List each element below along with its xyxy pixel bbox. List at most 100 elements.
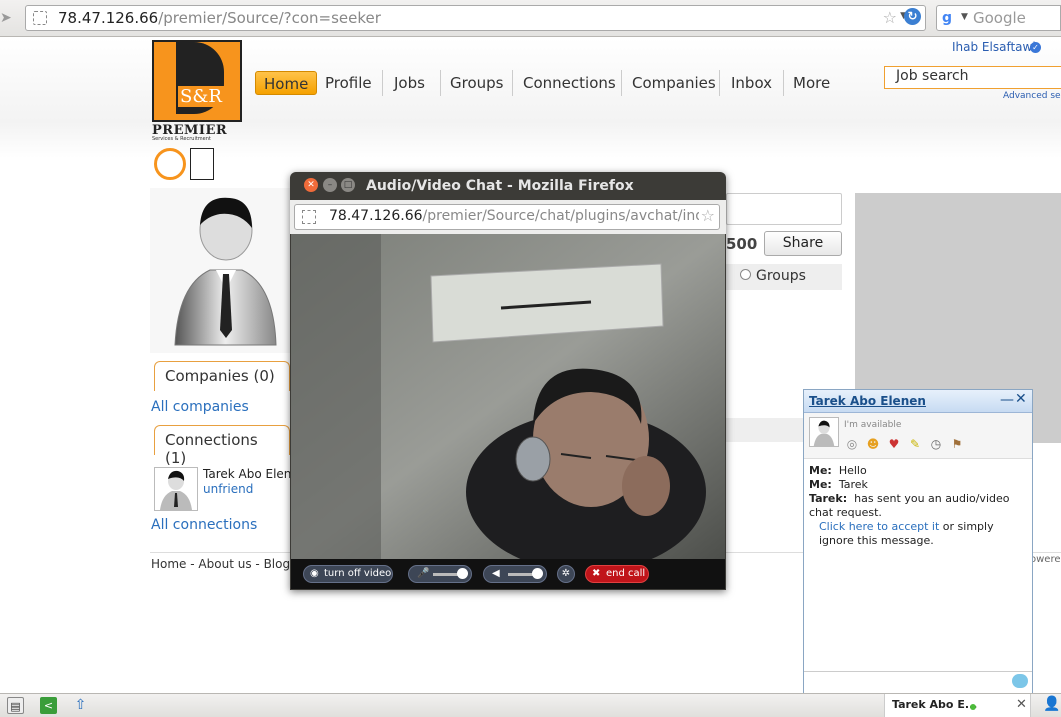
search-placeholder: Google: [973, 9, 1026, 27]
footer-separator: -: [255, 557, 264, 571]
speech-bubble-icon[interactable]: [1012, 674, 1028, 688]
mic-slider-thumb[interactable]: [457, 568, 468, 579]
avatar[interactable]: [170, 190, 280, 350]
chat-tab-name: Tarek Abo E...: [892, 698, 978, 711]
request-actions: Click here to accept it or simply ignore…: [809, 520, 1029, 548]
speaker-icon: ◀: [492, 568, 500, 579]
accept-request-link[interactable]: Click here to accept it: [819, 520, 939, 533]
turn-off-video-label: turn off video: [324, 568, 392, 579]
url-text[interactable]: 78.47.126.66/premier/Source/?con=seeker: [58, 9, 381, 27]
bottom-status-bar: ▤ < ⇧ Tarek Abo E... ✕ 👤: [0, 693, 1061, 717]
chat-window: Tarek Abo Elenen — ✕ I'm available ◎ ☻ ♥…: [803, 389, 1033, 693]
addon-bar-icon[interactable]: ▤: [7, 697, 24, 714]
web-search-box[interactable]: g ▼ Google: [936, 5, 1061, 31]
tab-companies[interactable]: Companies (0): [154, 361, 290, 391]
advanced-search-link[interactable]: Advanced se: [1003, 91, 1061, 101]
share-audience-bar: Groups: [726, 264, 842, 290]
popup-url-text[interactable]: 78.47.126.66/premier/Source/chat/plugins…: [329, 208, 699, 224]
share-icon[interactable]: <: [40, 697, 57, 714]
user-name-link[interactable]: Ihab Elsaftawi: [952, 40, 1036, 54]
chat-request-message: Tarek: has sent you an audio/video chat …: [809, 492, 1029, 548]
speaker-volume-slider[interactable]: ◀: [483, 565, 547, 583]
nav-groups[interactable]: Groups: [442, 64, 511, 102]
reload-icon[interactable]: ↻: [904, 8, 921, 25]
nav-separator: [440, 70, 441, 96]
speaker-slider-thumb[interactable]: [532, 568, 543, 579]
footer-about-link[interactable]: About us: [198, 557, 251, 571]
tab-connections[interactable]: Connections (1): [154, 425, 290, 467]
nav-companies[interactable]: Companies: [624, 64, 724, 102]
unfriend-link[interactable]: unfriend: [203, 482, 253, 496]
broom-icon[interactable]: ⚑: [949, 436, 965, 452]
nav-jobs[interactable]: Jobs: [386, 64, 433, 102]
bookmark-star-icon[interactable]: ☆: [883, 8, 897, 27]
pencil-icon[interactable]: ✎: [907, 436, 923, 452]
site-logo[interactable]: S&R PREMIER Services & Recruitment: [152, 40, 244, 142]
logo-mark: S&R: [152, 40, 242, 122]
end-call-label: end call: [606, 568, 646, 579]
groups-radio[interactable]: [740, 269, 751, 280]
ukas-certification-badge: [190, 148, 214, 180]
back-arrow-icon[interactable]: ➤: [0, 10, 14, 26]
end-call-icon: ✖: [592, 568, 601, 579]
footer-home-link[interactable]: Home: [151, 557, 186, 571]
job-search-input[interactable]: Job search: [884, 66, 1061, 89]
smiley-icon[interactable]: ☻: [865, 436, 881, 452]
upload-arrow-icon[interactable]: ⇧: [72, 697, 89, 714]
status-update-textarea[interactable]: [726, 193, 842, 225]
chat-contact-status: I'm available: [844, 420, 902, 430]
site-identity-icon[interactable]: [302, 210, 316, 224]
groups-radio-label[interactable]: Groups: [756, 268, 806, 284]
url-host: 78.47.126.66: [58, 9, 159, 27]
nav-separator: [382, 70, 383, 96]
audio-video-icon[interactable]: ◎: [844, 436, 860, 452]
turn-off-video-button[interactable]: ◉ turn off video: [303, 565, 393, 583]
window-minimize-icon[interactable]: –: [323, 178, 337, 192]
message-sender: Tarek:: [809, 492, 848, 505]
chat-contact-info: I'm available ◎ ☻ ♥ ✎ ◷ ⚑: [804, 413, 1032, 459]
address-bar[interactable]: 78.47.126.66/premier/Source/?con=seeker …: [25, 5, 926, 31]
chat-tab-close-icon[interactable]: ✕: [1016, 697, 1027, 712]
nav-inbox[interactable]: Inbox: [723, 64, 780, 102]
connection-avatar[interactable]: [154, 467, 198, 511]
nav-profile[interactable]: Profile: [317, 64, 380, 102]
clock-icon[interactable]: ◷: [928, 436, 944, 452]
card-icon[interactable]: ♥: [886, 436, 902, 452]
logo-tagline: Services & Recruitment: [152, 136, 211, 142]
chat-tab[interactable]: Tarek Abo E... ✕: [884, 694, 1031, 717]
google-icon[interactable]: g: [942, 10, 958, 26]
footer-links: Home - About us - Blog: [151, 557, 290, 571]
browser-toolbar: ➤ 78.47.126.66/premier/Source/?con=seeke…: [0, 0, 1061, 37]
chat-contact-name[interactable]: Tarek Abo Elenen: [809, 394, 926, 408]
end-call-button[interactable]: ✖ end call: [585, 565, 649, 583]
site-identity-icon[interactable]: [33, 11, 47, 25]
message-text: Hello: [838, 464, 867, 477]
chat-message-input[interactable]: [804, 671, 1032, 693]
settings-icon[interactable]: ✲: [557, 565, 575, 583]
nav-home[interactable]: Home: [255, 71, 318, 95]
popup-address-bar-area: 78.47.126.66/premier/Source/chat/plugins…: [290, 200, 726, 234]
verified-icon: ✓: [1030, 42, 1041, 53]
chat-contact-avatar[interactable]: [809, 417, 839, 447]
all-companies-link[interactable]: All companies: [151, 399, 249, 415]
chat-close-icon[interactable]: ✕: [1015, 391, 1027, 407]
nav-connections[interactable]: Connections: [515, 64, 624, 102]
nav-more[interactable]: More: [785, 64, 838, 102]
nav-separator: [783, 70, 784, 96]
footer-blog-link[interactable]: Blog: [264, 557, 291, 571]
nav-separator: [512, 70, 513, 96]
share-button[interactable]: Share: [764, 231, 842, 256]
bookmark-star-icon[interactable]: ☆: [701, 206, 715, 225]
message-text: Tarek: [838, 478, 868, 491]
contacts-icon[interactable]: 👤: [1043, 696, 1060, 712]
all-connections-link[interactable]: All connections: [151, 517, 257, 533]
window-close-icon[interactable]: ✕: [304, 178, 318, 192]
window-maximize-icon[interactable]: □: [341, 178, 355, 192]
chat-header: Tarek Abo Elenen — ✕: [804, 390, 1032, 413]
mic-volume-slider[interactable]: 🎤: [408, 565, 472, 583]
chat-minimize-icon[interactable]: —: [1000, 392, 1014, 408]
search-engine-dropdown-icon[interactable]: ▼: [961, 12, 968, 22]
connection-name[interactable]: Tarek Abo Elene: [203, 467, 299, 481]
popup-address-bar[interactable]: 78.47.126.66/premier/Source/chat/plugins…: [294, 204, 720, 230]
window-title: Audio/Video Chat - Mozilla Firefox: [366, 178, 634, 194]
